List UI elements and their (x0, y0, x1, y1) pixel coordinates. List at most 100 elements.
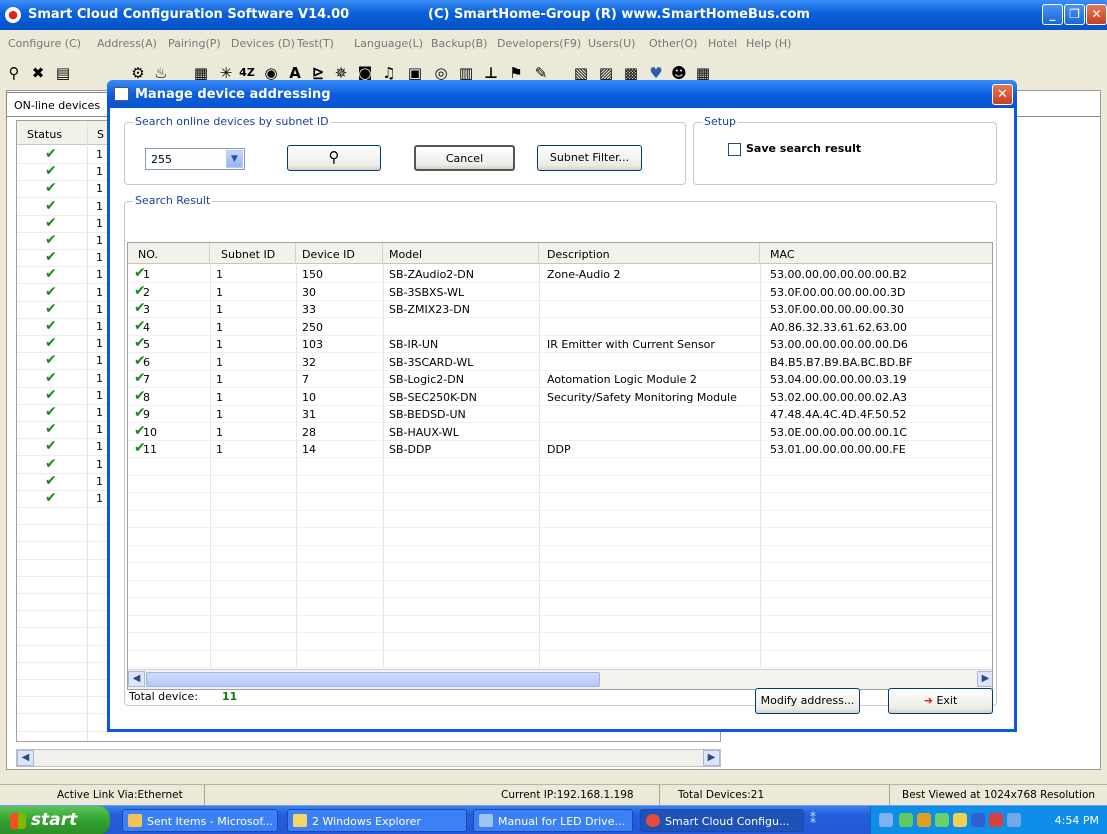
subnet-select[interactable]: 255 ▼ (145, 148, 245, 170)
scroll-left-icon[interactable]: ◀ (17, 750, 34, 766)
subnet-cell: 1 (96, 354, 103, 368)
table-row[interactable]: ✔ 1 1 150 SB-ZAudio2-DN Zone-Audio 2 53.00.00.… (128, 265, 992, 283)
menu-test[interactable]: Test(T) (297, 37, 334, 50)
chevron-down-icon[interactable]: ▼ (226, 150, 243, 168)
menu-devices[interactable]: Devices (D) (231, 37, 295, 50)
dialog-close-button[interactable]: ✕ (992, 84, 1013, 105)
task-word[interactable]: Manual for LED Drive... (473, 809, 633, 832)
exit-button[interactable]: ➜ Exit (888, 688, 993, 714)
online-device-row[interactable]: ✔ 1 (17, 421, 107, 438)
scroll-right-icon[interactable]: ▶ (977, 671, 992, 687)
table-row[interactable]: ✔ 7 1 7 SB-Logic2-DN Aotomation Logic Module … (128, 370, 992, 388)
menu-developers[interactable]: Developers(F9) (497, 37, 581, 50)
scroll-left-icon[interactable]: ◀ (128, 671, 145, 687)
table-row[interactable]: ✔ 3 1 33 SB-ZMIX23-DN 53.0F.00.00.00.00.00.30 (128, 300, 992, 318)
cell-no: 9 (143, 408, 150, 421)
menu-language[interactable]: Language(L) (354, 37, 423, 50)
maximize-button[interactable]: ❐ (1064, 4, 1085, 25)
online-device-row[interactable]: ✔ 1 (17, 180, 107, 197)
table-row[interactable]: ✔ 4 1 250 A0.86.32.33.61.62.63.00 (128, 318, 992, 336)
cell-model: SB-ZAudio2-DN (389, 268, 474, 281)
table-row[interactable]: ✔ 11 1 14 SB-DDP DDP 53.01.00.00.00.00.00.FE (128, 440, 992, 458)
table-row[interactable]: ✔ 2 1 30 SB-3SBXS-WL 53.0F.00.00.00.00.00.3D (128, 283, 992, 301)
check-icon: ✔ (45, 163, 57, 180)
online-device-row[interactable]: ✔ 1 (17, 404, 107, 421)
online-device-row[interactable]: ✔ 1 (17, 284, 107, 301)
col-subnet-header[interactable]: Subnet ID (210, 243, 296, 264)
table-row[interactable]: ✔ 8 1 10 SB-SEC250K-DN Security/Safety Monito… (128, 388, 992, 406)
security-icon[interactable] (917, 813, 931, 827)
scroll-right-icon[interactable]: ▶ (703, 750, 720, 766)
bluetooth-icon[interactable] (971, 813, 985, 827)
update-icon[interactable] (935, 813, 949, 827)
shield-icon[interactable] (899, 813, 913, 827)
online-device-row[interactable]: ✔ 1 (17, 352, 107, 369)
online-device-row[interactable]: ✔ 1 (17, 456, 107, 473)
online-device-row[interactable]: ✔ 1 (17, 198, 107, 215)
online-device-row[interactable]: ✔ 1 (17, 249, 107, 266)
table-row[interactable]: ✔ 6 1 32 SB-3SCARD-WL B4.B5.B7.B9.BA.BC.BD.BF (128, 353, 992, 371)
online-device-row[interactable]: ✔ 1 (17, 335, 107, 352)
sync-icon[interactable] (953, 813, 967, 827)
menu-help[interactable]: Help (H) (746, 37, 791, 50)
alert-icon[interactable] (989, 813, 1003, 827)
online-device-row[interactable]: ✔ 1 (17, 146, 107, 163)
scroll-thumb[interactable] (146, 672, 600, 687)
search-icon[interactable]: ⚲ (3, 63, 25, 83)
table-row[interactable]: ✔ 5 1 103 SB-IR-UN IR Emitter with Current Se… (128, 335, 992, 353)
minimize-button[interactable]: _ (1042, 4, 1063, 25)
subnet-filter-button[interactable]: Subnet Filter... (537, 145, 642, 171)
cell-model: SB-3SBXS-WL (389, 285, 465, 299)
online-device-row[interactable]: ✔ 1 (17, 387, 107, 404)
menu-hotel[interactable]: Hotel (708, 37, 737, 50)
result-scrollbar[interactable]: ◀ ▶ (128, 669, 992, 689)
subnet-cell: 1 (96, 492, 103, 505)
task-smart-cloud[interactable]: Smart Cloud Configu... (640, 809, 804, 832)
menu-address[interactable]: Address(A) (97, 37, 157, 50)
online-device-row[interactable]: ✔ 1 (17, 266, 107, 283)
online-device-row[interactable]: ✔ 1 (17, 215, 107, 232)
cell-mac: 53.0E.00.00.00.00.00.1C (770, 425, 908, 439)
col-no-header[interactable]: NO. (128, 243, 210, 264)
check-icon: ✔ (45, 369, 57, 386)
taskbar-grip-icon[interactable]: ⁑ (810, 812, 816, 826)
volume-icon[interactable] (1007, 813, 1021, 827)
table-row[interactable]: ✔ 9 1 31 SB-BEDSD-UN 47.48.4A.4C.4D.4F.50.52 (128, 405, 992, 423)
online-device-row[interactable]: ✔ 1 (17, 490, 107, 507)
cell-subnet: 1 (216, 268, 223, 281)
dialog-title-bar[interactable]: Manage device addressing ✕ (107, 80, 1017, 108)
task-explorer[interactable]: 2 Windows Explorer (287, 809, 467, 832)
online-device-row[interactable]: ✔ 1 (17, 318, 107, 335)
start-button[interactable]: start (0, 806, 110, 834)
document-icon[interactable]: ▤ (52, 63, 74, 83)
online-device-row[interactable]: ✔ 1 (17, 232, 107, 249)
online-device-row[interactable]: ✔ 1 (17, 301, 107, 318)
cancel-button[interactable]: Cancel (414, 145, 515, 171)
search-button[interactable]: ⚲ (287, 145, 381, 171)
menu-users[interactable]: Users(U) (588, 37, 635, 50)
online-device-row[interactable]: ✔ 1 (17, 473, 107, 490)
delete-icon[interactable]: ✖ (27, 63, 49, 83)
save-search-checkbox[interactable] (728, 143, 741, 156)
col-model-header[interactable]: Model (383, 243, 539, 264)
online-device-row[interactable]: ✔ 1 (17, 370, 107, 387)
title-bar[interactable]: ● Smart Cloud Configuration Software V14… (0, 0, 1107, 30)
modify-address-button[interactable]: Modify address... (755, 688, 860, 714)
menu-backup[interactable]: Backup(B) (431, 37, 487, 50)
tab-online-devices[interactable]: ON-line devices (6, 92, 116, 116)
menu-other[interactable]: Other(O) (649, 37, 697, 50)
menu-configure[interactable]: Configure (C) (8, 37, 81, 50)
col-mac-header[interactable]: MAC (760, 243, 992, 264)
online-device-row[interactable]: ✔ 1 (17, 438, 107, 455)
close-button[interactable]: ✕ (1086, 4, 1107, 25)
task-outlook[interactable]: Sent Items - Microsof... (122, 809, 278, 832)
online-devices-scrollbar[interactable]: ◀ ▶ (16, 749, 721, 767)
col-device-header[interactable]: Device ID (296, 243, 383, 264)
search-group: Search online devices by subnet ID 255 ▼… (124, 115, 686, 185)
cell-model: SB-DDP (389, 443, 432, 456)
table-row[interactable]: ✔ 10 1 28 SB-HAUX-WL 53.0E.00.00.00.00.00.1C (128, 423, 992, 441)
online-device-row[interactable]: ✔ 1 (17, 163, 107, 180)
network-icon[interactable] (879, 813, 893, 827)
col-description-header[interactable]: Description (539, 243, 760, 264)
menu-pairing[interactable]: Pairing(P) (168, 37, 221, 50)
